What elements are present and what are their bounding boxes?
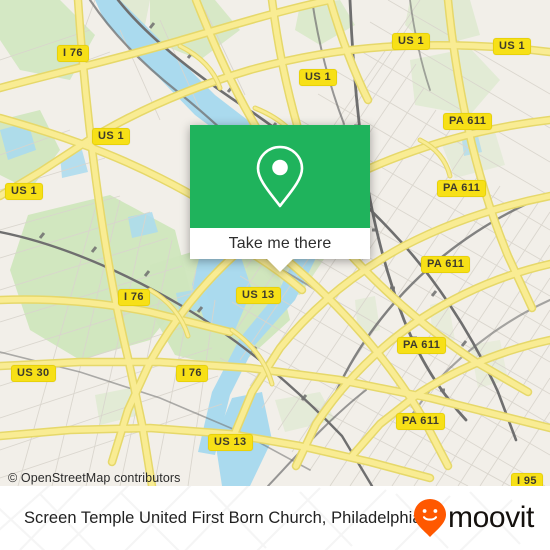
road-shield: PA 611 xyxy=(421,256,471,273)
moovit-map-screenshot: I 76 US 1 US 1 US 1 PA 611 US 1 PA 611 US 1 PA 6… xyxy=(0,0,550,550)
road-shield: PA 611 xyxy=(443,113,493,130)
card-action-bar[interactable]: Take me there xyxy=(190,228,370,259)
road-shield: US 13 xyxy=(236,287,281,304)
road-shield: US 1 xyxy=(299,69,338,86)
location-title: Screen Temple United First Born Church, … xyxy=(24,508,422,527)
road-shield: US 1 xyxy=(5,183,44,200)
moovit-wordmark: moovit xyxy=(448,501,534,534)
road-shield: I 76 xyxy=(176,365,208,382)
moovit-brand[interactable]: moovit xyxy=(413,498,534,538)
card-pointer-tip xyxy=(267,259,293,272)
take-me-there-label: Take me there xyxy=(228,234,332,252)
road-shield: I 76 xyxy=(57,45,89,62)
road-shield: US 1 xyxy=(392,33,431,50)
take-me-there-card[interactable]: Take me there xyxy=(190,125,370,272)
road-shield: PA 611 xyxy=(397,337,447,354)
road-shield: PA 611 xyxy=(437,180,487,197)
moovit-pin-smiley-icon xyxy=(414,499,447,537)
road-shield: US 1 xyxy=(92,128,131,145)
road-shield: I 95 xyxy=(511,473,543,486)
footer-bar: Screen Temple United First Born Church, … xyxy=(0,486,550,550)
road-shield: I 76 xyxy=(118,289,150,306)
road-shield: US 30 xyxy=(11,365,56,382)
road-shield: US 1 xyxy=(493,38,532,55)
osm-attribution: © OpenStreetMap contributors xyxy=(8,471,181,485)
map-pin-icon xyxy=(256,145,304,207)
road-shield: US 13 xyxy=(208,434,253,451)
road-shield: PA 611 xyxy=(396,413,446,430)
card-icon-area xyxy=(190,125,370,228)
